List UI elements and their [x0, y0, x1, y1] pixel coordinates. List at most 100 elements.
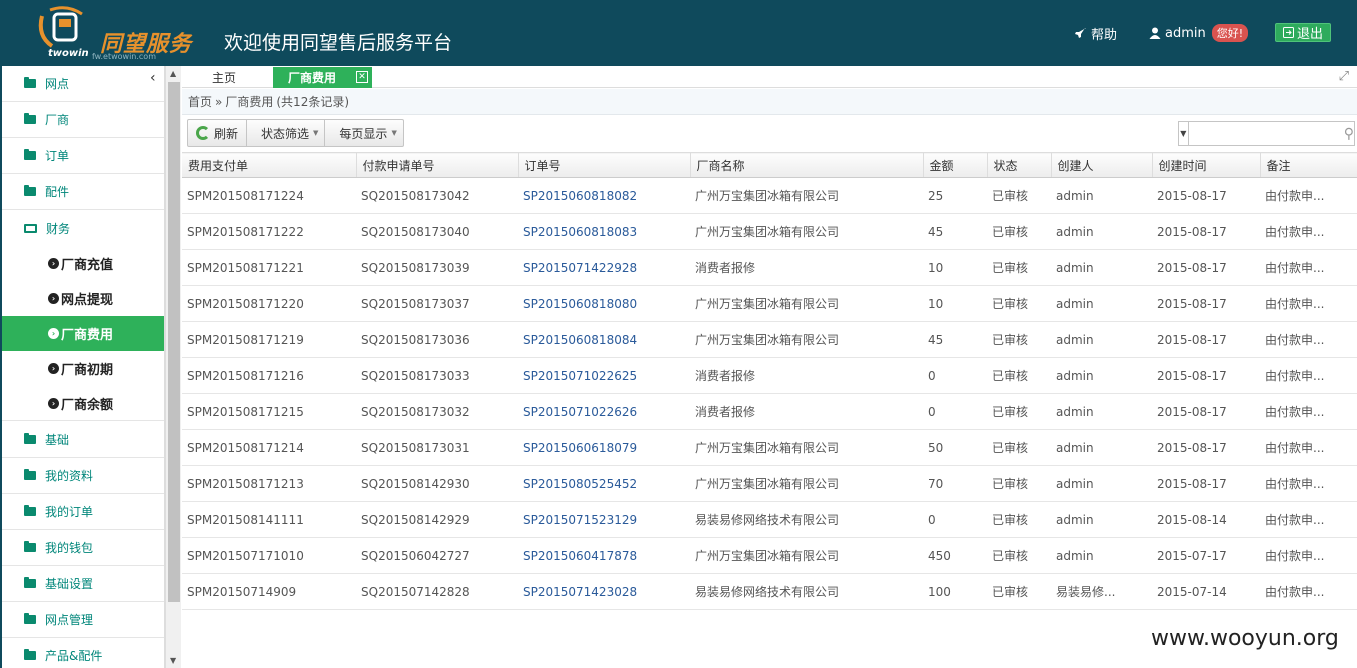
order-id-link[interactable]: SP2015060618079	[518, 429, 690, 466]
created-date-cell: 2015-08-17	[1152, 285, 1260, 322]
folder-icon	[24, 433, 36, 444]
payment-id-cell: SPM201508171216	[182, 357, 356, 394]
sidebar-item-vendors[interactable]: 厂商	[2, 102, 164, 138]
sidebar-item-my-profile[interactable]: 我的资料	[2, 458, 164, 494]
order-id-link[interactable]: SP2015060818082	[518, 177, 690, 214]
table-header-row: 费用支付单 付款申请单号 订单号 厂商名称 金额 状态 创建人 创建时间 备注	[182, 152, 1357, 178]
table-row[interactable]: SPM201507171010 SQ201506042727 SP201506041…	[182, 537, 1357, 574]
refresh-icon	[196, 126, 210, 140]
column-header[interactable]: 创建时间	[1152, 152, 1261, 178]
sidebar-item-products-parts[interactable]: 产品&配件	[2, 638, 164, 668]
breadcrumb-separator: »	[215, 94, 223, 109]
tab-label: 厂商费用	[288, 71, 337, 85]
sidebar-item-basic[interactable]: 基础	[2, 422, 164, 458]
table-row[interactable]: SPM201508171216 SQ201508173033 SP201507102…	[182, 357, 1357, 394]
column-header[interactable]: 状态	[987, 152, 1052, 178]
column-header[interactable]: 付款申请单号	[356, 152, 519, 178]
payment-id-cell: SPM201508171213	[182, 465, 356, 502]
sidebar-subitem-label: 厂商充值	[61, 258, 114, 273]
table-row[interactable]: SPM201508171220 SQ201508173037 SP201506081…	[182, 285, 1357, 322]
order-id-link[interactable]: SP2015071523129	[518, 501, 690, 538]
scroll-down-icon[interactable]: ▼	[170, 656, 176, 665]
sidebar-subitem-vendor-initial[interactable]: › 厂商初期	[2, 351, 164, 386]
logout-label: 退出	[1296, 27, 1323, 42]
amount-cell: 0	[923, 501, 987, 538]
user-menu[interactable]: admin 您好!	[1149, 24, 1249, 42]
table-row[interactable]: SPM20150714909 SQ201507142828 SP2015071423…	[182, 573, 1357, 610]
search-input[interactable]	[1188, 123, 1344, 144]
table-row[interactable]: SPM201508171219 SQ201508173036 SP201506081…	[182, 321, 1357, 358]
order-id-link[interactable]: SP2015060417878	[518, 537, 690, 574]
close-icon[interactable]: ✕	[356, 71, 368, 83]
table-row[interactable]: SPM201508171222 SQ201508173040 SP201506081…	[182, 213, 1357, 250]
vendor-name-cell: 广州万宝集团冰箱有限公司	[690, 537, 923, 574]
column-header[interactable]: 厂商名称	[690, 152, 924, 178]
scroll-up-icon[interactable]: ▲	[170, 69, 176, 78]
amount-cell: 45	[923, 321, 987, 358]
sidebar-subitem-vendor-recharge[interactable]: › 厂商充值	[2, 246, 164, 281]
application-id-cell: SQ201508173031	[356, 429, 518, 466]
sidebar-item-my-orders[interactable]: 我的订单	[2, 494, 164, 530]
column-header[interactable]: 费用支付单	[182, 152, 357, 178]
remark-cell: 由付款申...	[1260, 249, 1357, 286]
remark-cell: 由付款申...	[1260, 501, 1357, 538]
order-id-link[interactable]: SP2015060818084	[518, 321, 690, 358]
sidebar-subitem-outlet-withdraw[interactable]: › 网点提现	[2, 281, 164, 316]
column-header[interactable]: 备注	[1260, 152, 1357, 178]
creator-cell: admin	[1051, 213, 1152, 250]
order-id-link[interactable]: SP2015060818083	[518, 213, 690, 250]
created-date-cell: 2015-07-17	[1152, 537, 1260, 574]
order-id-link[interactable]: SP2015060818080	[518, 285, 690, 322]
table-row[interactable]: SPM201508171214 SQ201508173031 SP201506061…	[182, 429, 1357, 466]
order-id-link[interactable]: SP2015071422928	[518, 249, 690, 286]
status-filter-dropdown[interactable]: 状态筛选 ▼	[247, 120, 326, 146]
sidebar-item-finance[interactable]: 财务	[2, 210, 164, 246]
status-cell: 已审核	[987, 573, 1051, 610]
status-filter-label: 状态筛选	[261, 126, 310, 141]
sidebar-subitem-vendor-fees[interactable]: › 厂商费用	[2, 316, 164, 351]
order-id-link[interactable]: SP2015071022626	[518, 393, 690, 430]
logo[interactable]: 同望服务 twowin fw.etwowin.com	[30, 4, 200, 62]
scroll-thumb[interactable]	[168, 82, 180, 602]
expand-icon[interactable]: ⤢	[1339, 69, 1349, 84]
sidebar-item-my-wallet[interactable]: 我的钱包	[2, 530, 164, 566]
creator-cell: admin	[1051, 501, 1152, 538]
sidebar-item-basic-settings[interactable]: 基础设置	[2, 566, 164, 602]
tab-vendor-fees[interactable]: 厂商费用 ✕	[273, 67, 372, 88]
sidebar-subitem-label: 厂商余额	[61, 397, 114, 413]
order-id-link[interactable]: SP2015071022625	[518, 357, 690, 394]
sidebar-item-parts[interactable]: 配件	[2, 174, 164, 210]
help-link[interactable]: 帮助	[1074, 24, 1117, 43]
logout-button[interactable]: 退出	[1275, 23, 1331, 42]
sidebar-scrollbar[interactable]: ▲ ▼	[165, 66, 181, 668]
tab-home[interactable]: 主页	[212, 69, 236, 86]
site-title: 欢迎使用同望售后服务平台	[224, 32, 453, 54]
column-header[interactable]: 订单号	[518, 152, 691, 178]
search-field-dropdown[interactable]: ▼	[1179, 122, 1189, 145]
table-row[interactable]: SPM201508171221 SQ201508173039 SP201507142…	[182, 249, 1357, 286]
amount-cell: 100	[923, 573, 987, 610]
table-row[interactable]: SPM201508171224 SQ201508173042 SP201506081…	[182, 177, 1357, 214]
application-id-cell: SQ201506042727	[356, 537, 518, 574]
sidebar-item-outlet-management[interactable]: 网点管理	[2, 602, 164, 638]
sidebar-item-orders[interactable]: 订单	[2, 138, 164, 174]
column-header[interactable]: 金额	[923, 152, 988, 178]
order-id-link[interactable]: SP2015080525452	[518, 465, 690, 502]
table-row[interactable]: SPM201508141111 SQ201508142929 SP201507152…	[182, 501, 1357, 538]
sidebar-item-label: 厂商	[45, 113, 70, 127]
table-row[interactable]: SPM201508171215 SQ201508173032 SP201507102…	[182, 393, 1357, 430]
refresh-button[interactable]: 刷新	[188, 120, 248, 146]
sidebar-item-outlets[interactable]: 网点	[2, 66, 164, 102]
breadcrumb-home[interactable]: 首页	[188, 93, 212, 110]
record-count: (共12条记录)	[276, 95, 350, 109]
sidebar-item-label: 我的订单	[45, 505, 94, 519]
application-id-cell: SQ201508142929	[356, 501, 518, 538]
search-icon[interactable]: ⚲	[1344, 126, 1354, 142]
column-header[interactable]: 创建人	[1051, 152, 1153, 178]
table-row[interactable]: SPM201508171213 SQ201508142930 SP201508052…	[182, 465, 1357, 502]
logo-url: fw.etwowin.com	[92, 52, 156, 61]
sidebar-subitem-vendor-balance[interactable]: › 厂商余额	[2, 386, 164, 421]
order-id-link[interactable]: SP2015071423028	[518, 573, 690, 610]
page-size-dropdown[interactable]: 每页显示 ▼	[325, 120, 402, 146]
username: admin	[1165, 25, 1206, 41]
